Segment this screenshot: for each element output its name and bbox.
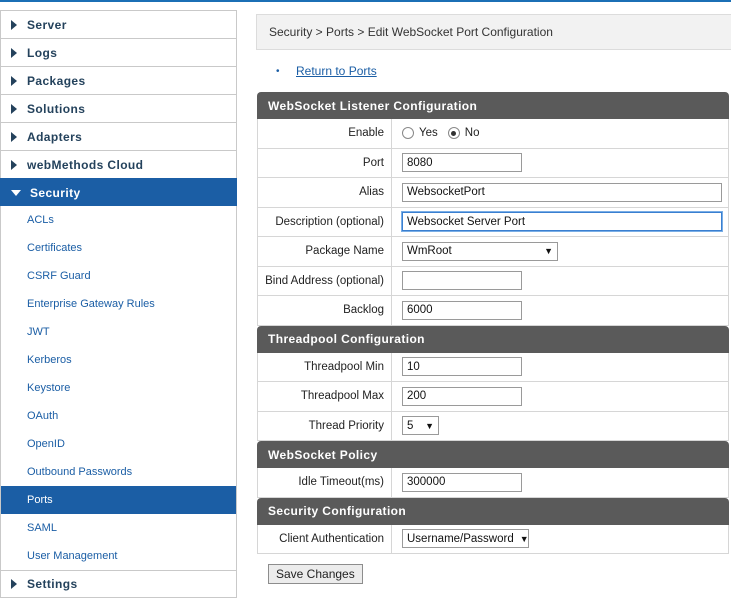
sidebar-item-server[interactable]: Server — [0, 10, 237, 38]
idle-timeout-input[interactable]: 300000 — [402, 472, 522, 492]
sidebar-item-logs[interactable]: Logs — [0, 38, 237, 66]
submenu-item-csrf-guard[interactable]: CSRF Guard — [1, 262, 236, 290]
form-row-backlog: Backlog 6000 — [257, 296, 729, 326]
package-name-select[interactable]: WmRoot ▼ — [402, 241, 558, 261]
radio-checked-icon — [447, 127, 460, 140]
form-row-thread-priority: Thread Priority 5 ▼ — [257, 411, 729, 441]
field-label: Thread Priority — [258, 411, 392, 440]
bind-address-input[interactable] — [402, 271, 522, 291]
sidebar-item-label: Packages — [27, 73, 86, 88]
expand-triangle-icon — [11, 131, 17, 142]
form-row-idle-timeout: Idle Timeout(ms) 300000 — [257, 468, 729, 498]
form-row-alias: Alias WebsocketPort — [257, 178, 729, 208]
form-row-threadpool-min: Threadpool Min 10 — [257, 352, 729, 382]
field-label: Enable — [258, 119, 392, 148]
section-header-threadpool: Threadpool Configuration — [257, 325, 729, 353]
select-value: 5 — [407, 419, 414, 432]
submenu-item-acls[interactable]: ACLs — [1, 206, 236, 234]
submenu-item-oauth[interactable]: OAuth — [1, 402, 236, 430]
form-row-port: Port 8080 — [257, 148, 729, 178]
sidebar-item-packages[interactable]: Packages — [0, 66, 237, 94]
radio-label: Yes — [419, 127, 438, 140]
section-header-policy: WebSocket Policy — [257, 441, 729, 468]
dropdown-arrow-icon: ▼ — [425, 420, 434, 431]
dropdown-arrow-icon: ▼ — [519, 533, 529, 544]
collapse-triangle-icon — [11, 189, 21, 196]
sidebar-item-label: Solutions — [27, 101, 86, 116]
field-label: Port — [258, 148, 392, 177]
field-label: Description (optional) — [258, 207, 392, 236]
submenu-item-saml[interactable]: SAML — [1, 514, 236, 542]
radio-label: No — [464, 127, 480, 140]
submenu-item-keystore[interactable]: Keystore — [1, 374, 236, 402]
client-authentication-select[interactable]: Username/Password ▼ — [402, 529, 529, 549]
bullet-icon: • — [276, 66, 280, 77]
form-row-description: Description (optional) Websocket Server … — [257, 207, 729, 237]
sidebar-item-label: webMethods Cloud — [27, 157, 144, 172]
sidebar-item-webmethods-cloud[interactable]: webMethods Cloud — [0, 150, 237, 178]
form-row-client-auth: Client Authentication Username/Password ▼ — [257, 524, 729, 554]
form-row-enable: Enable Yes No — [257, 119, 729, 149]
field-label: Idle Timeout(ms) — [258, 468, 392, 497]
sidebar-nav: Server Logs Packages Solutions Adapters … — [0, 10, 237, 598]
enable-yes-radio[interactable]: Yes — [402, 127, 438, 140]
dropdown-arrow-icon: ▼ — [544, 246, 553, 257]
field-label: Client Authentication — [258, 524, 392, 553]
sidebar-item-label: Adapters — [27, 129, 83, 144]
select-value: Username/Password — [407, 532, 514, 545]
return-to-ports-link[interactable]: Return to Ports — [296, 64, 377, 78]
threadpool-max-input[interactable]: 200 — [402, 386, 522, 406]
enable-no-radio[interactable]: No — [447, 127, 480, 140]
sidebar-item-adapters[interactable]: Adapters — [0, 122, 237, 150]
breadcrumb: Security > Ports > Edit WebSocket Port C… — [256, 14, 731, 50]
alias-input[interactable]: WebsocketPort — [402, 182, 722, 202]
form-row-threadpool-max: Threadpool Max 200 — [257, 382, 729, 412]
sidebar-item-label: Logs — [27, 45, 58, 60]
expand-triangle-icon — [11, 159, 17, 170]
expand-triangle-icon — [11, 75, 17, 86]
threadpool-min-input[interactable]: 10 — [402, 357, 522, 377]
submenu-item-outbound-passwords[interactable]: Outbound Passwords — [1, 458, 236, 486]
section-header-listener: WebSocket Listener Configuration — [257, 92, 729, 119]
submenu-item-jwt[interactable]: JWT — [1, 318, 236, 346]
submenu-item-enterprise-gateway-rules[interactable]: Enterprise Gateway Rules — [1, 290, 236, 318]
field-label: Backlog — [258, 296, 392, 325]
submenu-item-user-management[interactable]: User Management — [1, 542, 236, 570]
backlog-input[interactable]: 6000 — [402, 300, 522, 320]
select-value: WmRoot — [407, 245, 452, 258]
radio-unchecked-icon — [402, 127, 414, 140]
submenu-item-certificates[interactable]: Certificates — [1, 234, 236, 262]
field-label: Alias — [258, 178, 392, 207]
form-row-package: Package Name WmRoot ▼ — [257, 237, 729, 267]
field-label: Threadpool Min — [258, 352, 392, 381]
expand-triangle-icon — [11, 579, 17, 589]
sidebar-item-solutions[interactable]: Solutions — [0, 94, 237, 122]
expand-triangle-icon — [11, 19, 17, 30]
sidebar-item-label: Server — [27, 17, 67, 32]
top-accent-line — [0, 0, 731, 2]
thread-priority-select[interactable]: 5 ▼ — [402, 416, 439, 436]
security-submenu: ACLs Certificates CSRF Guard Enterprise … — [0, 206, 237, 570]
field-label: Bind Address (optional) — [258, 266, 392, 295]
submenu-item-ports[interactable]: Ports — [1, 486, 236, 514]
sidebar-item-label: Security — [30, 185, 81, 200]
section-header-security: Security Configuration — [257, 497, 729, 525]
port-input[interactable]: 8080 — [402, 153, 522, 173]
breadcrumb-text: Security > Ports > Edit WebSocket Port C… — [269, 25, 553, 39]
description-input[interactable]: Websocket Server Port — [402, 212, 722, 232]
submenu-item-kerberos[interactable]: Kerberos — [1, 346, 236, 374]
sidebar-item-security[interactable]: Security — [0, 178, 237, 206]
sidebar-item-settings[interactable]: Settings — [0, 570, 237, 598]
submenu-item-openid[interactable]: OpenID — [1, 430, 236, 458]
expand-triangle-icon — [11, 103, 17, 114]
form-row-bind-address: Bind Address (optional) — [257, 266, 729, 296]
field-label: Package Name — [258, 237, 392, 266]
sidebar-item-label: Settings — [27, 577, 78, 591]
websocket-port-form: WebSocket Listener Configuration Enable … — [257, 92, 729, 554]
expand-triangle-icon — [11, 47, 17, 58]
save-changes-button[interactable]: Save Changes — [268, 564, 363, 584]
field-label: Threadpool Max — [258, 382, 392, 411]
